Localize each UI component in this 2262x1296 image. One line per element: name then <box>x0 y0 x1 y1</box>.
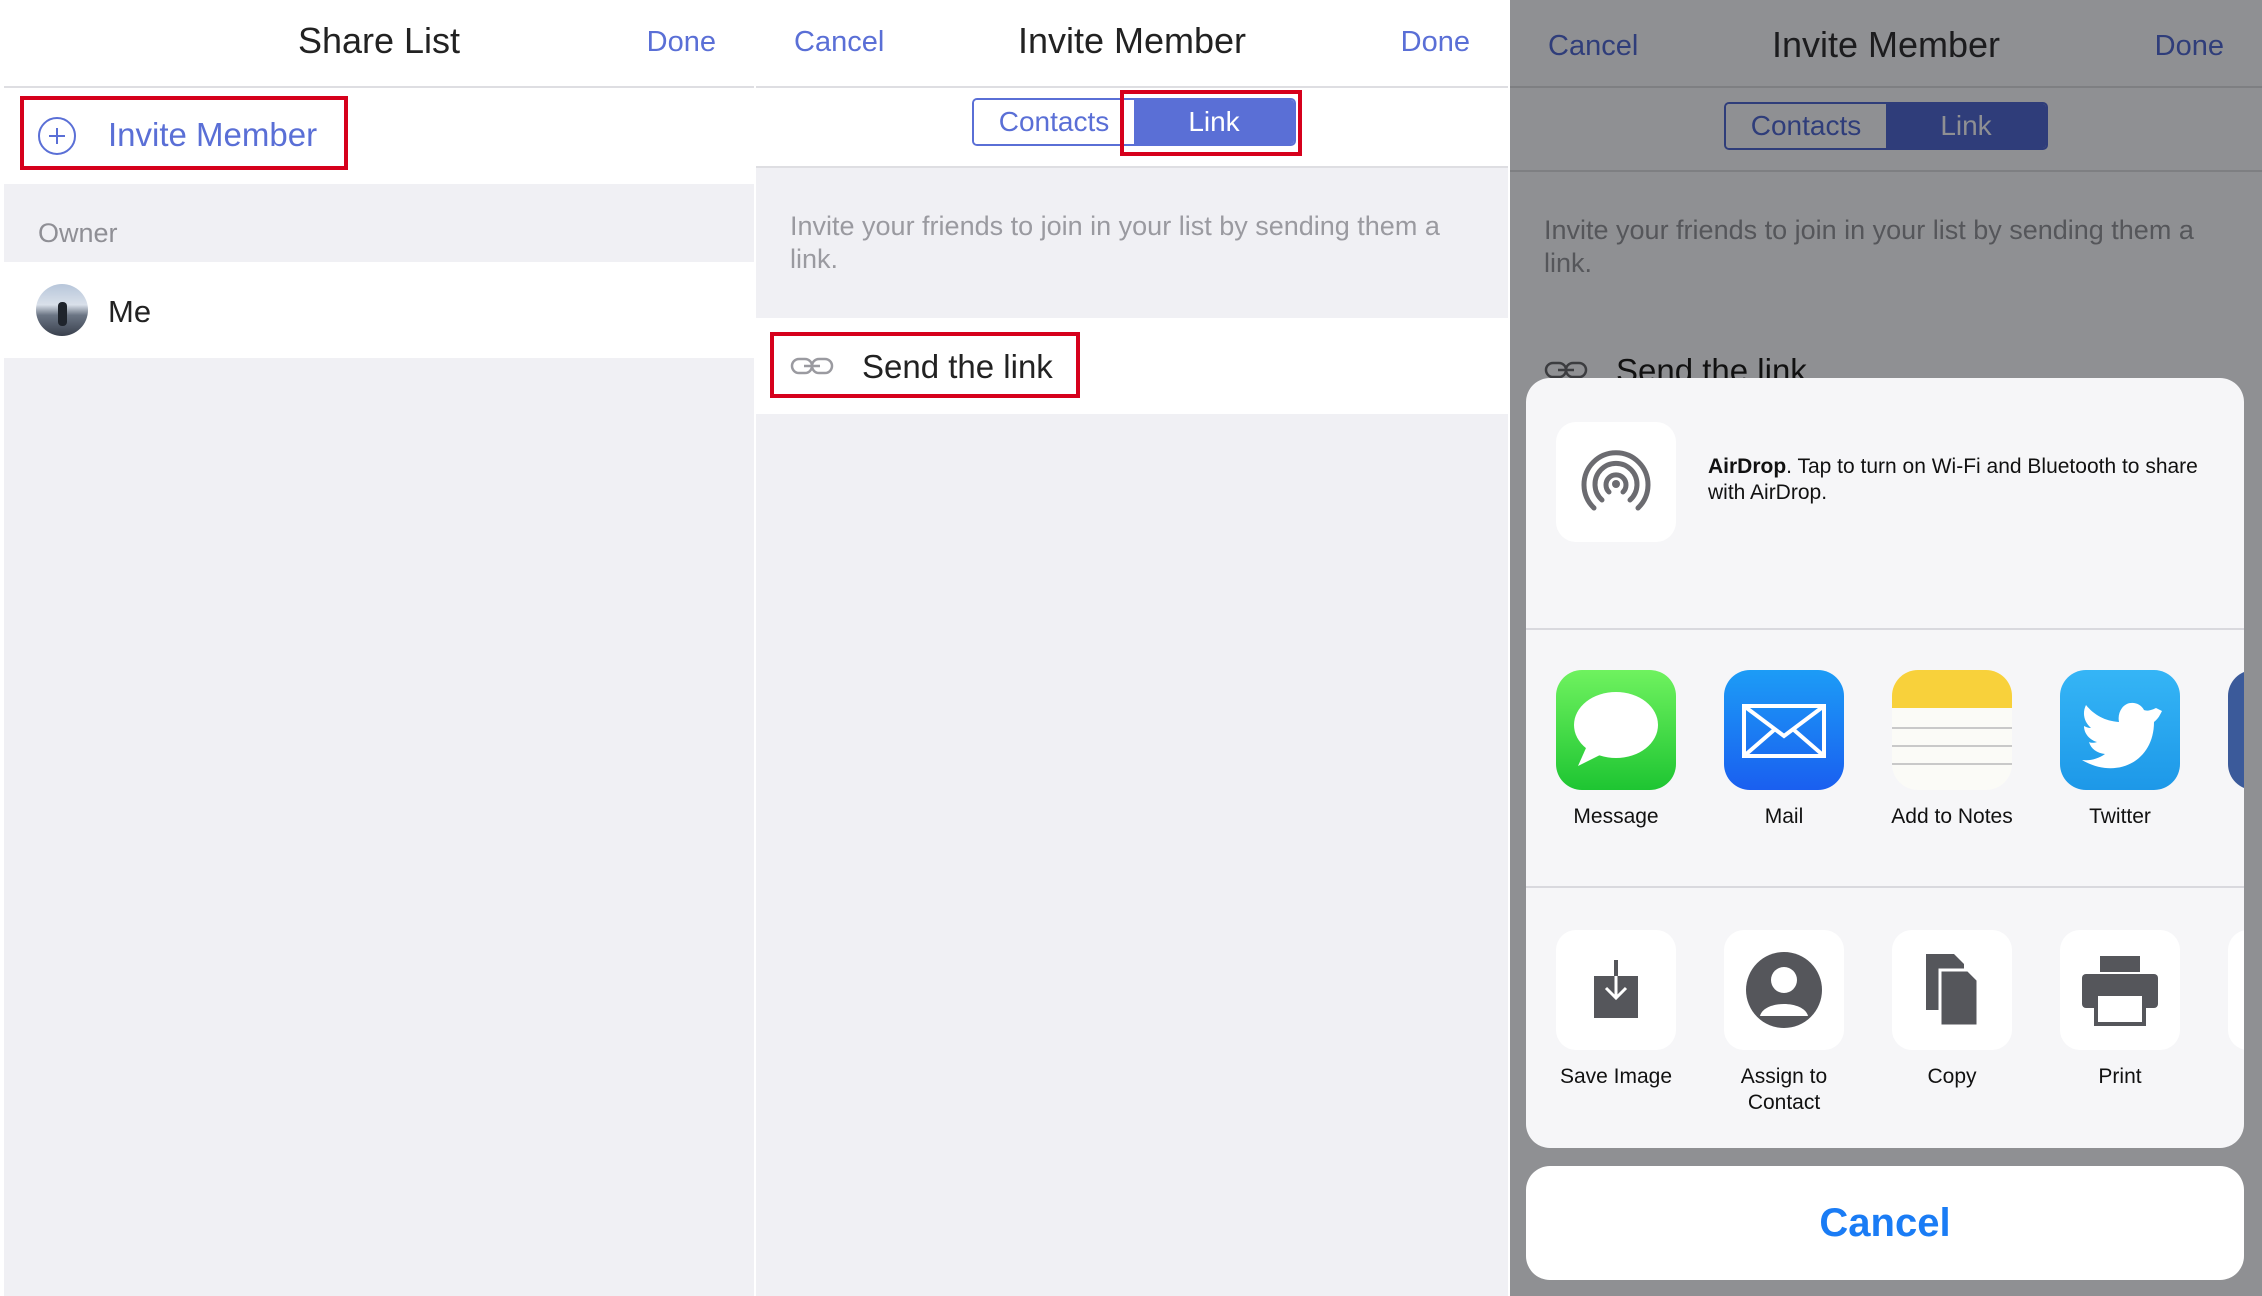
action-label: Save Image <box>1559 1065 1673 1088</box>
link-icon <box>1544 361 1588 379</box>
divider <box>1526 886 2244 888</box>
tab-link[interactable]: Link <box>1886 104 2046 148</box>
highlight-box <box>20 96 348 170</box>
notes-icon <box>1892 670 2012 790</box>
segment-bar: Contacts Link <box>1510 92 2262 172</box>
member-name: Me <box>108 294 152 329</box>
member-row[interactable]: Me <box>4 262 754 358</box>
action-copy[interactable]: Copy <box>1872 930 2032 1090</box>
action-more[interactable] <box>2208 930 2244 1050</box>
app-message[interactable]: Message <box>1536 670 1696 830</box>
tab-contacts[interactable]: Contacts <box>1726 104 1886 148</box>
page-title: Invite Member <box>1017 20 1247 61</box>
copy-icon <box>1892 930 2012 1050</box>
done-button[interactable]: Done <box>647 26 716 59</box>
section-header: Owner <box>38 218 118 248</box>
sheet-cancel-button[interactable]: Cancel <box>1526 1166 2244 1280</box>
highlight-box <box>770 332 1080 398</box>
share-sheet: AirDrop. Tap to turn on Wi-Fi and Blueto… <box>1526 378 2244 1148</box>
action-label: Copy <box>1927 1065 1977 1088</box>
app-mail[interactable]: Mail <box>1704 670 1864 830</box>
app-row: Message Mail Add to Notes Twitter <box>1526 630 2244 886</box>
done-button[interactable]: Done <box>1401 26 1470 59</box>
app-label: Twitter <box>2089 805 2151 828</box>
action-assign-to-contact[interactable]: Assign to Contact <box>1704 930 1864 1116</box>
navigation-bar: Cancel Invite Member Done <box>1510 0 2262 88</box>
invite-description: Invite your friends to join in your list… <box>790 211 1440 274</box>
action-save-image[interactable]: Save Image <box>1536 930 1696 1090</box>
more-icon <box>2228 930 2244 1050</box>
navigation-bar: Cancel Invite Member Done <box>756 0 1508 88</box>
message-icon <box>1556 670 1676 790</box>
print-icon <box>2060 930 2180 1050</box>
done-button[interactable]: Done <box>2155 30 2224 63</box>
airdrop-icon <box>1581 450 1651 511</box>
app-label: Message <box>1573 805 1659 828</box>
avatar <box>36 284 88 336</box>
invite-member-screen: Cancel Invite Member Done Contacts Link … <box>756 0 1508 1296</box>
highlight-box <box>1120 90 1302 156</box>
twitter-icon <box>2060 670 2180 790</box>
airdrop-button[interactable] <box>1556 422 1676 542</box>
app-label: Add to Notes <box>1891 805 2013 828</box>
app-label: F <box>2208 804 2244 830</box>
airdrop-description: AirDrop. Tap to turn on Wi-Fi and Blueto… <box>1708 454 2218 506</box>
action-print[interactable]: Print <box>2040 930 2200 1090</box>
app-facebook[interactable]: F <box>2208 670 2244 830</box>
navigation-bar: Share List Done <box>4 0 754 88</box>
app-add-to-notes[interactable]: Add to Notes <box>1872 670 2032 830</box>
action-label: Assign to Contact <box>1740 1065 1828 1114</box>
share-list-screen: Share List Done Invite Member Owner Me <box>4 0 754 1296</box>
invite-description: Invite your friends to join in your list… <box>1544 215 2194 278</box>
action-row: Save Image Assign to Contact Copy Print <box>1526 890 2244 1148</box>
tab-contacts[interactable]: Contacts <box>974 100 1134 144</box>
mail-icon <box>1724 670 1844 790</box>
save-image-icon <box>1556 930 1676 1050</box>
segmented-control: Contacts Link <box>1724 102 2048 150</box>
share-sheet-screen: Cancel Invite Member Done Contacts Link … <box>1510 0 2262 1296</box>
app-twitter[interactable]: Twitter <box>2040 670 2200 830</box>
facebook-icon <box>2228 670 2244 790</box>
action-label: Print <box>2098 1065 2142 1088</box>
page-title: Share List <box>297 20 461 61</box>
page-title: Invite Member <box>1771 24 2001 65</box>
airdrop-title: AirDrop <box>1708 455 1787 478</box>
assign-contact-icon <box>1724 930 1844 1050</box>
app-label: Mail <box>1764 805 1804 828</box>
